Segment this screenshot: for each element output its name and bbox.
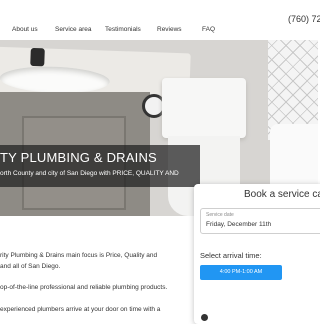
hero-toilet-tank [162, 78, 246, 138]
booking-widget: Book a service ca Service date Friday, D… [194, 184, 320, 324]
arrival-time-label: Select arrival time: [200, 251, 262, 260]
service-date-value: Friday, December 11th [206, 221, 272, 228]
intro-text-line-2: and all of San Diego. [0, 263, 61, 270]
intro-text-line-1: rity Plumbing & Drains main focus is Pri… [0, 252, 158, 259]
booking-title: Book a service ca [244, 189, 320, 200]
intro-text-line-4: experienced plumbers arrive at your door… [0, 306, 161, 313]
phone-number[interactable]: (760) 724 [288, 14, 320, 24]
time-slot-button[interactable]: 4:00 PM-1:00 AM [200, 265, 282, 280]
top-navigation: (760) 724 About us Service area Testimon… [0, 0, 320, 40]
nav-about-us[interactable]: About us [12, 26, 38, 33]
hero-faucet [30, 47, 45, 67]
service-date-label: Service date [206, 212, 234, 218]
hero-sink [0, 64, 111, 95]
nav-faq[interactable]: FAQ [202, 26, 215, 33]
hero-title: TY PLUMBING & DRAINS [0, 150, 157, 165]
nav-reviews[interactable]: Reviews [157, 26, 182, 33]
nav-service-area[interactable]: Service area [55, 26, 92, 33]
service-date-field[interactable]: Service date Friday, December 11th [200, 208, 320, 234]
hero-subtitle: orth County and city of San Diego with P… [0, 170, 179, 177]
main-nav: About us Service area Testimonials Revie… [0, 26, 318, 36]
nav-testimonials[interactable]: Testimonials [105, 26, 141, 33]
intro-text-line-3: op-of-the-line professional and reliable… [0, 284, 168, 291]
